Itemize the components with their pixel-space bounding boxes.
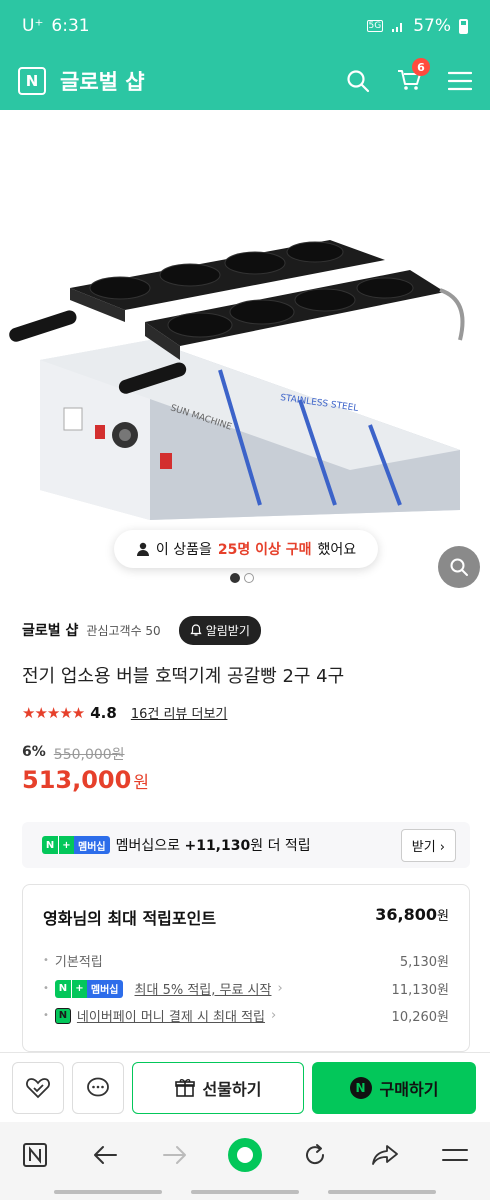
gesture-bar-center (191, 1190, 299, 1194)
zoom-search-icon (450, 558, 468, 576)
purchase-action-bar: 선물하기 N 구매하기 (0, 1052, 490, 1122)
naverpay-n-icon: N (349, 1076, 372, 1099)
menu-icon[interactable] (448, 71, 472, 91)
buyers-prefix: 이 상품을 (155, 542, 212, 558)
sale-price-unit: 원 (133, 773, 149, 793)
membership-text: 멤버십으로 +11,130원 더 적립 (116, 835, 401, 855)
membership-banner: N + 멤버십 멤버십으로 +11,130원 더 적립 받기 › (22, 822, 470, 868)
buyers-highlight: 25명 이상 구매 (217, 542, 312, 558)
buy-button[interactable]: N 구매하기 (312, 1061, 476, 1114)
chevron-right-icon: › (277, 981, 283, 996)
talk-button[interactable] (72, 1061, 124, 1114)
discount-rate: 6% (22, 744, 46, 760)
forward-arrow-icon[interactable] (155, 1135, 195, 1175)
heart-check-icon (26, 1077, 50, 1098)
membership-get-button[interactable]: 받기 › (400, 828, 456, 862)
battery-percent: 57% (413, 16, 451, 36)
gesture-bar-right (328, 1190, 436, 1194)
refresh-icon[interactable] (295, 1135, 335, 1175)
alarm-button[interactable]: 알림받기 (178, 615, 261, 645)
gift-button[interactable]: 선물하기 (132, 1061, 304, 1114)
membership-text-prefix: 멤버십으로 (115, 838, 181, 854)
membership-n-icon: N (42, 836, 58, 854)
rating-score: 4.8 (90, 703, 117, 722)
points-row-value: 5,130원 (399, 955, 449, 970)
naver-home-icon[interactable] (15, 1135, 55, 1175)
points-total: 36,800원 (375, 905, 449, 929)
green-dot-home-icon[interactable] (225, 1135, 265, 1175)
points-row-label: 최대 5% 적립, 무료 시작 (134, 983, 272, 998)
membership-plus-icon: + (58, 836, 74, 854)
carousel-dot-1[interactable] (230, 573, 240, 583)
wishlist-button[interactable] (12, 1061, 64, 1114)
points-total-value: 36,800 (375, 905, 438, 924)
cart-count-badge: 6 (412, 58, 430, 76)
original-price: 550,000원 (53, 747, 125, 763)
membership-amount: +11,130 (184, 838, 251, 854)
sale-price-value: 513,000 (22, 766, 132, 794)
rating-row: ★★★★★ 4.8 16건 리뷰 더보기 (22, 703, 228, 723)
buyers-count-pill: 이 상품을 25명 이상 구매 했어요 (114, 530, 378, 568)
store-title[interactable]: 글로벌 샵 (60, 66, 346, 96)
signal-icon (392, 22, 403, 32)
person-icon (136, 542, 149, 556)
rating-stars-icon: ★★★★★ (22, 703, 85, 722)
bell-plus-icon (190, 624, 202, 636)
points-card: 영화님의 최대 적립포인트 36,800원 기본적립 5,130원 N + 멤버… (22, 884, 470, 1052)
points-row-value: 10,260원 (391, 1010, 449, 1025)
points-row-label: 기본적립 (54, 955, 103, 970)
points-title: 영화님의 최대 적립포인트 (43, 909, 217, 928)
browser-nav-bar (0, 1122, 490, 1200)
points-total-unit: 원 (437, 909, 449, 924)
membership-plus-icon: + (70, 979, 87, 998)
alarm-label: 알림받기 (205, 623, 250, 638)
cart-button[interactable]: 6 (396, 58, 430, 95)
seller-fans: 관심고객수 50 (86, 623, 161, 638)
store-logo-icon[interactable]: N (18, 67, 46, 95)
gesture-bar-left (54, 1190, 162, 1194)
points-row-membership[interactable]: N + 멤버십 최대 5% 적립, 무료 시작 › 11,130원 (43, 979, 449, 998)
points-row-npay[interactable]: N 네이버페이 머니 결제 시 최대 적립 › 10,260원 (43, 1006, 449, 1025)
carousel-dots (230, 573, 254, 583)
sale-price: 513,000 원 (22, 766, 149, 794)
seller-name[interactable]: 글로벌 샵 (22, 620, 78, 640)
buy-label: 구매하기 (379, 1079, 439, 1099)
membership-n-icon: N (54, 979, 71, 998)
gift-label: 선물하기 (202, 1079, 262, 1099)
carousel-dot-2[interactable] (244, 573, 254, 583)
discount-row: 6% 550,000원 (22, 744, 125, 764)
back-arrow-icon[interactable] (85, 1135, 125, 1175)
chevron-right-icon: › (271, 1008, 277, 1023)
membership-badge: N + 멤버십 (42, 836, 110, 854)
search-icon[interactable] (346, 69, 370, 93)
hamburger-menu-icon[interactable] (435, 1135, 475, 1175)
membership-badge-text: 멤버십 (74, 836, 110, 854)
carrier-label: U⁺ (22, 16, 44, 36)
network-badge: 5G (366, 20, 384, 32)
waffle-machine-image: SUN MACHINE STAINLESS STEEL (9, 240, 465, 520)
points-row-value: 11,130원 (391, 983, 449, 998)
chat-bubble-icon (87, 1077, 109, 1096)
review-link[interactable]: 16건 리뷰 더보기 (131, 703, 228, 722)
zoom-button[interactable] (438, 546, 480, 588)
app-header: N 글로벌 샵 6 (0, 52, 490, 110)
points-row-label: 네이버페이 머니 결제 시 최대 적립 (76, 1010, 266, 1025)
seller-row: 글로벌 샵 관심고객수 50 알림받기 (22, 614, 261, 646)
membership-text-suffix: 원 더 적립 (250, 838, 311, 854)
share-icon[interactable] (365, 1135, 405, 1175)
chevron-right-icon: › (439, 839, 445, 855)
gift-icon (174, 1078, 195, 1097)
membership-badge-text: 멤버십 (86, 979, 123, 998)
membership-get-label: 받기 (411, 839, 436, 855)
clock: 6:31 (51, 16, 90, 36)
naverpay-icon: N (54, 1007, 71, 1024)
product-name: 전기 업소용 버블 호떡기계 공갈빵 2구 4구 (22, 666, 345, 687)
points-row-basic: 기본적립 5,130원 (43, 951, 449, 970)
status-bar: U⁺ 6:31 5G 57% (0, 0, 490, 52)
buyers-suffix: 했어요 (317, 542, 357, 558)
product-image-carousel[interactable]: SUN MACHINE STAINLESS STEEL (0, 110, 490, 590)
battery-icon (459, 18, 468, 34)
membership-badge-small: N + 멤버십 (54, 979, 123, 998)
